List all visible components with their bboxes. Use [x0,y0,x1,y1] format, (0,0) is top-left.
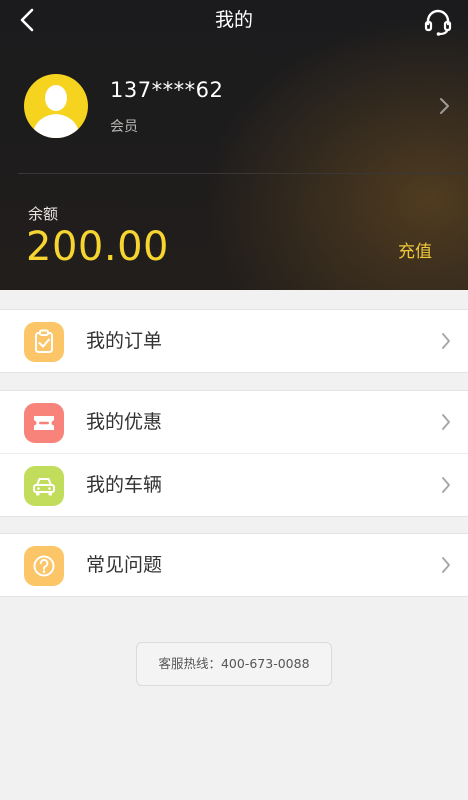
menu-item-coupons[interactable]: 我的优惠 [0,391,468,453]
recharge-button[interactable]: 充值 [398,237,432,262]
member-level: 会员 [110,119,138,135]
coupon-icon [24,403,64,443]
clipboard-check-icon [24,322,64,362]
user-silhouette-icon [32,85,80,138]
menu-item-label: 我的优惠 [86,411,163,433]
divider [18,173,468,174]
menu-item-faq[interactable]: 常见问题 [0,534,468,596]
avatar [24,74,88,138]
profile-header: 我的 137****62 会员 余额 200.00 充值 [0,0,468,290]
balance-label: 余额 [28,205,59,223]
menu-group-faq: 常见问题 [0,533,468,597]
chevron-right-icon [442,557,450,573]
chevron-right-icon [442,333,450,349]
chevron-right-icon [442,414,450,430]
balance-value: 200.00 [26,224,169,270]
menu-item-label: 我的车辆 [86,474,163,496]
car-icon [24,466,64,506]
nav-bar: 我的 [0,0,468,42]
headset-icon[interactable] [422,6,454,38]
chevron-right-icon [440,98,449,114]
menu-group-orders: 我的订单 [0,309,468,373]
menu-item-orders[interactable]: 我的订单 [0,310,468,372]
page-title: 我的 [214,9,253,31]
chevron-right-icon [442,477,450,493]
menu-item-label: 常见问题 [86,554,163,576]
question-icon [24,546,64,586]
menu-item-vehicles[interactable]: 我的车辆 [0,453,468,516]
profile-card[interactable]: 137****62 会员 [0,68,468,148]
phone-number: 137****62 [110,78,224,102]
menu-item-label: 我的订单 [86,330,163,352]
menu-group-coupons-vehicles: 我的优惠 我的车辆 [0,390,468,517]
hotline-button[interactable]: 客服热线：400-673-0088 [136,642,332,686]
